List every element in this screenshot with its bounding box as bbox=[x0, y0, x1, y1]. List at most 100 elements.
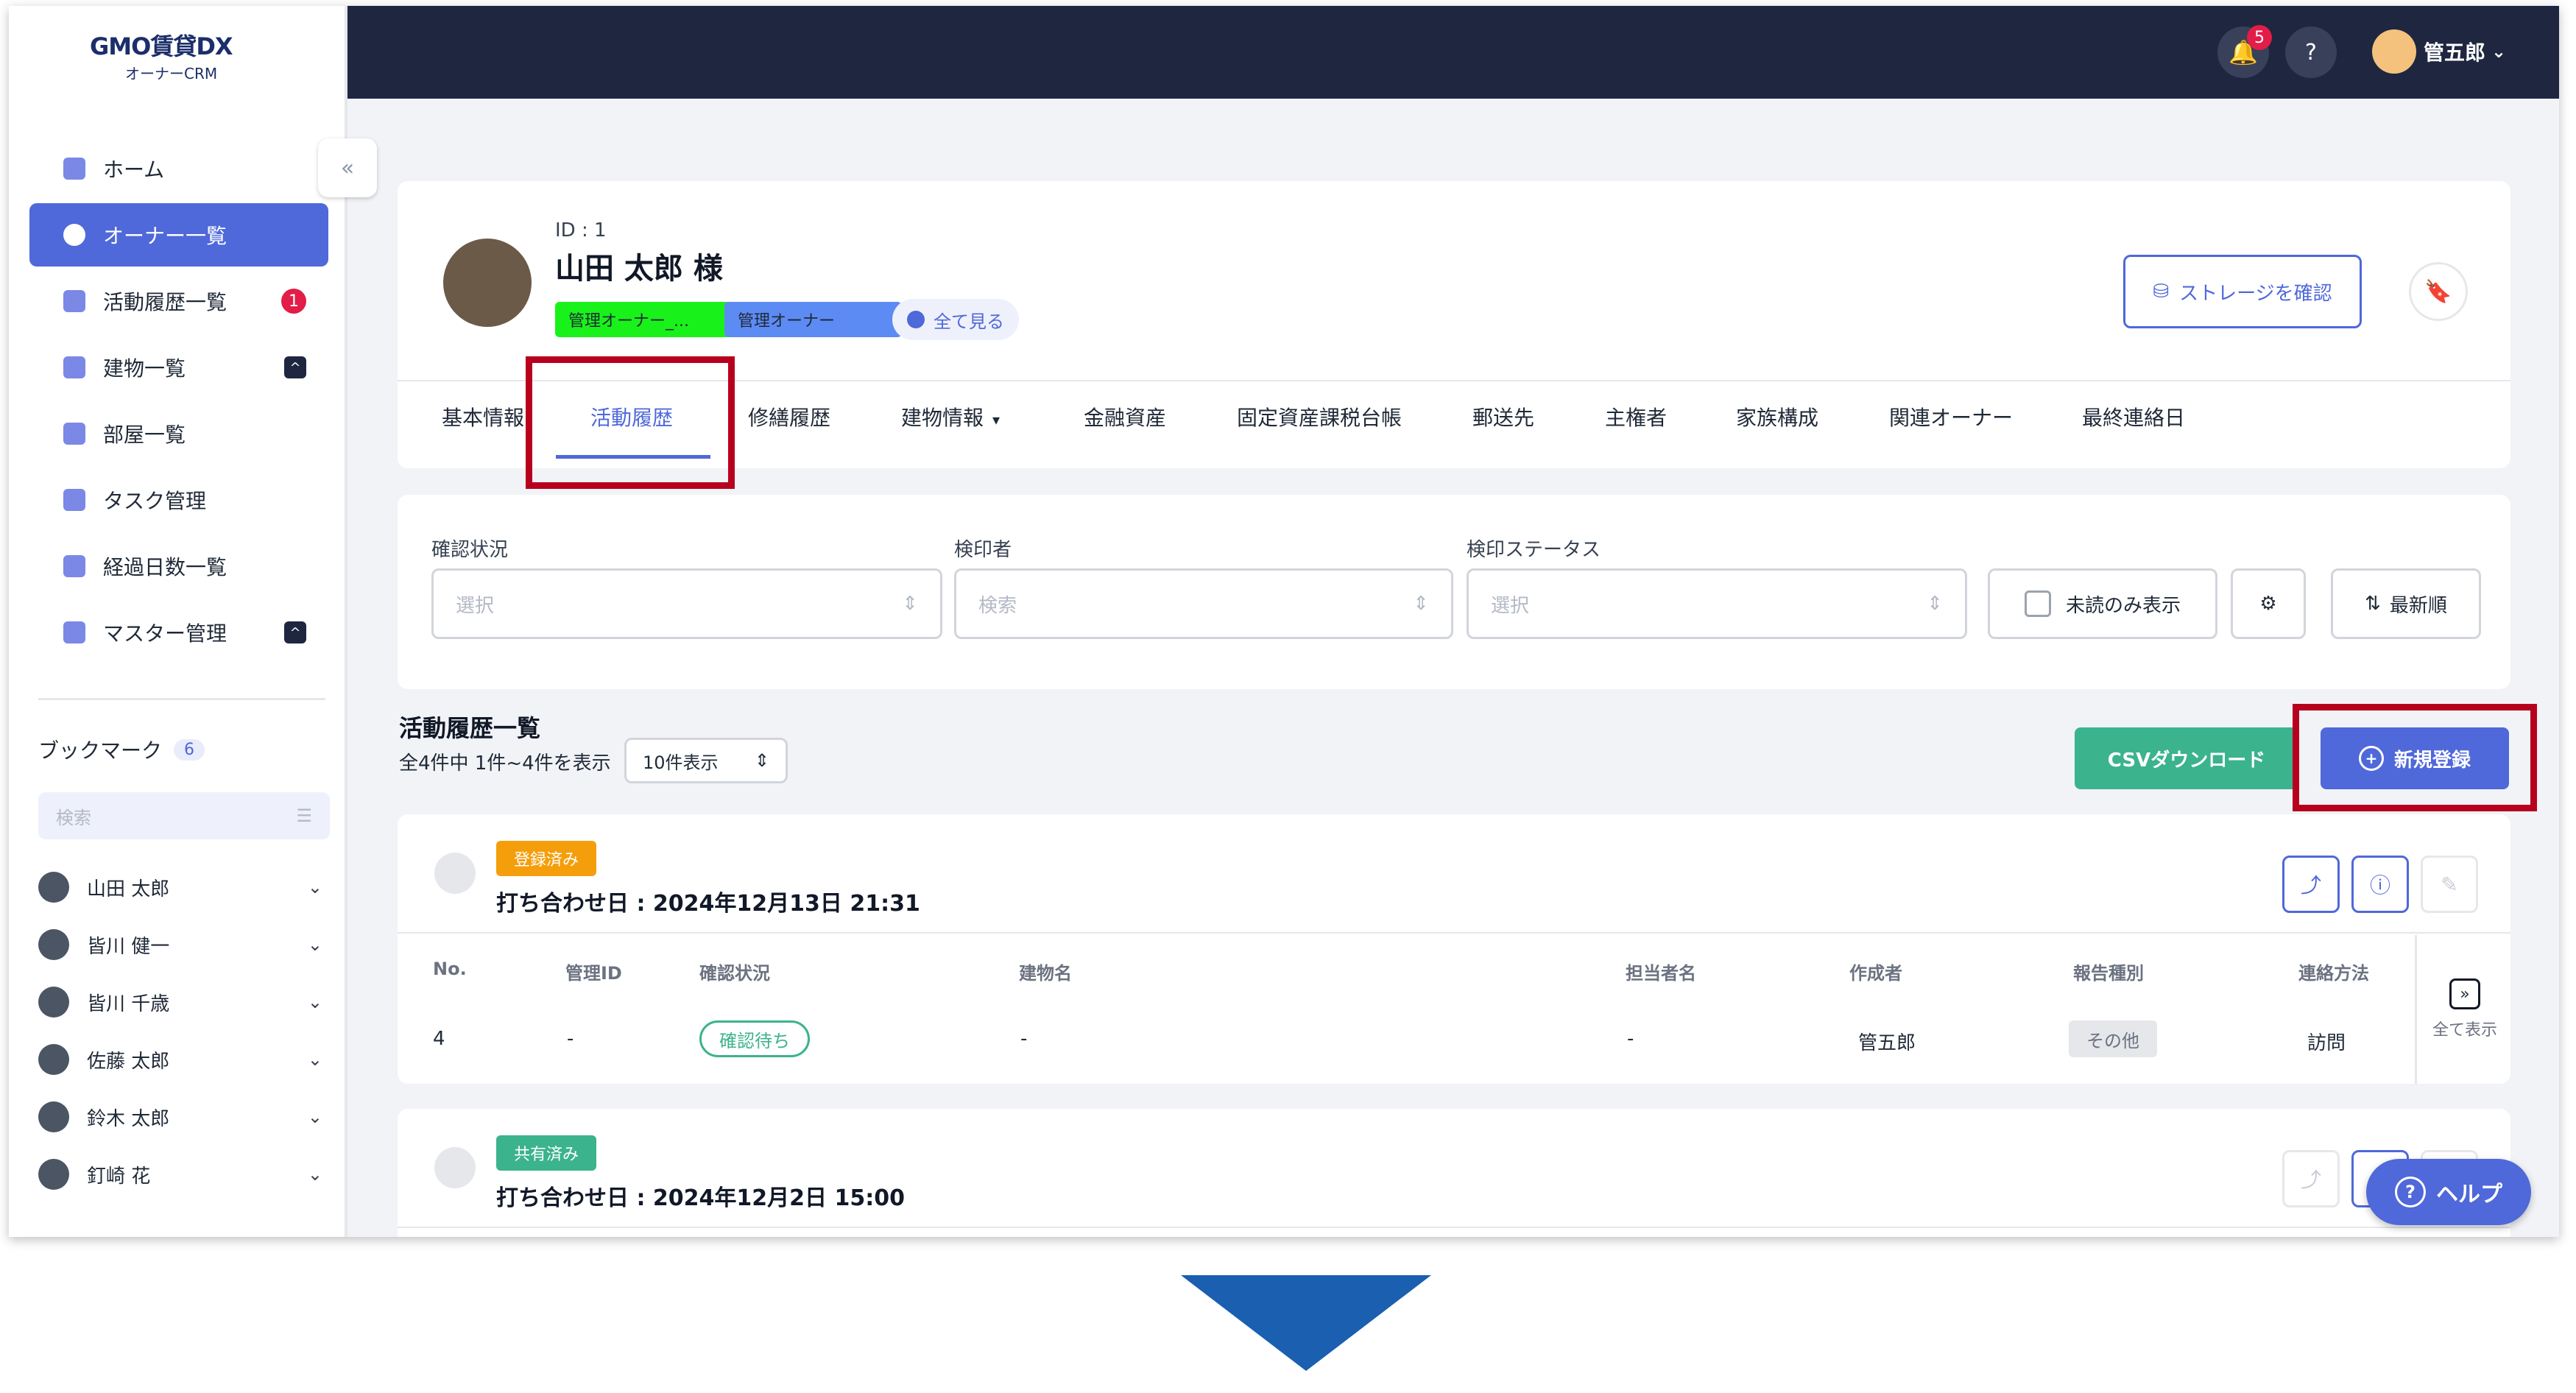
double-chevron-left-icon: « bbox=[340, 155, 355, 181]
sidebar-item-buildings[interactable]: 建物一覧 ^ bbox=[29, 336, 328, 399]
document-icon bbox=[63, 290, 85, 312]
avatar bbox=[38, 929, 69, 960]
chevron-down-icon[interactable]: ⌄ bbox=[308, 934, 322, 955]
bookmark-icon[interactable]: 🔖 bbox=[2409, 262, 2468, 321]
tab-related-owners[interactable]: 関連オーナー bbox=[1889, 402, 2013, 431]
sidebar-item-label: 部屋一覧 bbox=[103, 423, 186, 447]
help-icon[interactable]: ? bbox=[2285, 27, 2337, 78]
chevron-down-icon[interactable]: ⌄ bbox=[308, 1164, 322, 1185]
search-placeholder: 検索 bbox=[56, 807, 91, 828]
help-button[interactable]: ? ヘルプ bbox=[2366, 1159, 2531, 1225]
chevron-up-icon[interactable]: ^ bbox=[284, 621, 306, 643]
checkbox[interactable] bbox=[2024, 590, 2051, 617]
sidebar-item-tasks[interactable]: タスク管理 bbox=[29, 468, 328, 532]
help-icon: ? bbox=[2395, 1177, 2426, 1207]
user-icon bbox=[63, 224, 85, 246]
logo-name: 賃貸DX bbox=[150, 32, 233, 60]
storage-label: ストレージを確認 bbox=[2179, 282, 2332, 305]
show-all-button[interactable]: » 全て表示 bbox=[2415, 935, 2513, 1084]
list-title: 活動履歴一覧 bbox=[399, 714, 541, 742]
edit-icon[interactable]: ✎ bbox=[2421, 856, 2478, 913]
tab-last-contact[interactable]: 最終連絡日 bbox=[2082, 402, 2185, 431]
owner-tag: 管理オーナー_... bbox=[555, 302, 741, 337]
sidebar: GMO賃貸DX オーナーCRM ホーム オーナー一覧 活動履歴一覧 1 建物一覧… bbox=[9, 6, 347, 1237]
confirm-status-badge: 確認待ち bbox=[699, 1020, 810, 1057]
avatar bbox=[38, 1101, 69, 1132]
user-name: 管五郎 bbox=[2424, 40, 2486, 65]
chevron-down-icon[interactable]: ⌄ bbox=[308, 992, 322, 1012]
bookmark-item[interactable]: 鈴木 太郎 ⌄ bbox=[38, 1088, 330, 1146]
select-placeholder: 選択 bbox=[456, 594, 495, 617]
avatar bbox=[38, 987, 69, 1018]
sidebar-item-label: マスター管理 bbox=[103, 621, 227, 646]
filter-icon[interactable]: ☰ bbox=[296, 805, 312, 826]
report-type-badge: その他 bbox=[2069, 1020, 2157, 1057]
user-menu[interactable]: 管五郎 ⌄ bbox=[2372, 29, 2506, 74]
activity-card: 登録済み 打ち合わせ日 : 2024年12月13日 21:31 ⤴ ⓘ ✎ No… bbox=[398, 814, 2510, 1084]
sidebar-item-activity[interactable]: 活動履歴一覧 1 bbox=[29, 269, 328, 333]
status-badge: 登録済み bbox=[496, 841, 597, 876]
sort-button[interactable]: ⇅ 最新順 bbox=[2331, 568, 2481, 639]
sort-arrows-icon: ⇕ bbox=[902, 593, 918, 615]
bookmark-item[interactable]: 山田 太郎 ⌄ bbox=[38, 858, 330, 916]
tab-fixed-asset-ledger[interactable]: 固定資産課税台帳 bbox=[1237, 402, 1402, 431]
caret-down-icon: ▾ bbox=[992, 411, 1001, 429]
bookmark-item[interactable]: 釘崎 花 ⌄ bbox=[38, 1146, 330, 1203]
inspector-search-select[interactable]: 検索 ⇕ bbox=[954, 568, 1453, 639]
filter-settings-button[interactable]: ⚙ bbox=[2231, 568, 2306, 639]
share-icon[interactable]: ⤴ bbox=[2282, 1150, 2340, 1207]
tab-financial-assets[interactable]: 金融資産 bbox=[1084, 402, 1166, 431]
room-icon bbox=[63, 423, 85, 445]
stamp-status-select[interactable]: 選択 ⇕ bbox=[1467, 568, 1967, 639]
logo-sub: オーナーCRM bbox=[125, 65, 218, 82]
sidebar-item-master[interactable]: マスター管理 ^ bbox=[29, 601, 328, 664]
bookmark-item[interactable]: 皆川 健一 ⌄ bbox=[38, 916, 330, 973]
chevron-down-icon[interactable]: ⌄ bbox=[308, 1107, 322, 1127]
tab-rights-holder[interactable]: 主権者 bbox=[1605, 402, 1667, 431]
share-icon[interactable]: ⤴ bbox=[2282, 856, 2340, 913]
sidebar-item-label: ホーム bbox=[103, 158, 165, 182]
owner-tag: 管理オーナー bbox=[724, 302, 902, 337]
double-chevron-right-icon: » bbox=[2449, 978, 2480, 1009]
chevron-up-icon[interactable]: ^ bbox=[284, 356, 306, 378]
check-storage-button[interactable]: ⛁ ストレージを確認 bbox=[2123, 255, 2362, 328]
highlight-button-box bbox=[2293, 704, 2537, 811]
sidebar-item-rooms[interactable]: 部屋一覧 bbox=[29, 402, 328, 465]
bookmark-item[interactable]: 佐藤 太郎 ⌄ bbox=[38, 1031, 330, 1088]
csv-download-button[interactable]: CSVダウンロード bbox=[2075, 727, 2298, 789]
status-select[interactable]: 選択 ⇕ bbox=[431, 568, 942, 639]
column-header: No. bbox=[433, 959, 467, 979]
avatar bbox=[38, 1159, 69, 1190]
avatar bbox=[2372, 29, 2416, 74]
card-divider bbox=[398, 1227, 2510, 1228]
per-page-select[interactable]: 10件表示 ⇕ bbox=[624, 738, 788, 783]
collapse-sidebar-button[interactable]: « bbox=[318, 138, 377, 197]
column-header: 確認状況 bbox=[699, 963, 770, 984]
sidebar-item-owners[interactable]: オーナー一覧 bbox=[29, 203, 328, 267]
see-all-tags-button[interactable]: 全て見る bbox=[892, 299, 1019, 340]
sidebar-item-elapsed[interactable]: 経過日数一覧 bbox=[29, 535, 328, 598]
chevron-down-icon[interactable]: ⌄ bbox=[308, 1049, 322, 1070]
list-summary: 全4件中 1件~4件を表示 bbox=[399, 752, 611, 775]
tab-basic-info[interactable]: 基本情報 bbox=[442, 402, 524, 431]
sidebar-item-home[interactable]: ホーム bbox=[29, 137, 328, 200]
chevron-down-icon[interactable]: ⌄ bbox=[308, 877, 322, 897]
tab-family[interactable]: 家族構成 bbox=[1736, 402, 1818, 431]
cell-no: 4 bbox=[433, 1028, 445, 1050]
unread-only-checkbox[interactable]: 未読のみ表示 bbox=[1988, 568, 2217, 639]
task-icon bbox=[63, 489, 85, 511]
sidebar-item-label: 活動履歴一覧 bbox=[103, 290, 227, 314]
bookmarks-title: ブックマーク bbox=[38, 738, 163, 763]
tab-repair-history[interactable]: 修繕履歴 bbox=[748, 402, 830, 431]
avatar bbox=[38, 872, 69, 903]
avatar bbox=[38, 1044, 69, 1075]
info-icon[interactable]: ⓘ bbox=[2351, 856, 2409, 913]
tab-mailing-address[interactable]: 郵送先 bbox=[1472, 402, 1534, 431]
bookmark-search-input[interactable]: 検索 ☰ bbox=[38, 792, 330, 839]
show-all-label: 全て表示 bbox=[2432, 1021, 2497, 1040]
tab-building-info[interactable]: 建物情報 ▾ bbox=[901, 402, 1000, 431]
meeting-date: 打ち合わせ日 : 2024年12月2日 15:00 bbox=[496, 1185, 905, 1211]
meeting-date: 打ち合わせ日 : 2024年12月13日 21:31 bbox=[496, 891, 920, 917]
bookmark-item[interactable]: 皆川 千歳 ⌄ bbox=[38, 973, 330, 1031]
app-logo[interactable]: GMO賃貸DX オーナーCRM bbox=[90, 28, 267, 83]
